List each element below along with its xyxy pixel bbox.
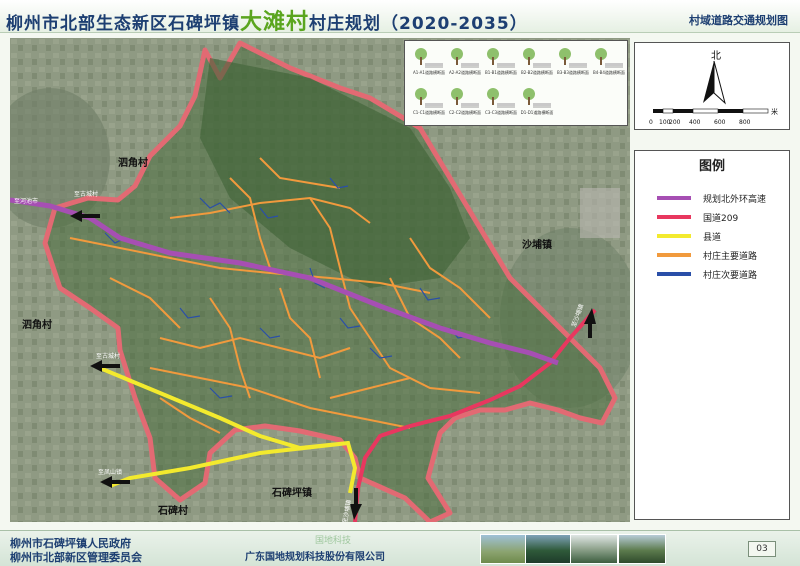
map-subtitle: 村域道路交通规划图 — [689, 14, 788, 27]
photo-landscape-3 — [618, 534, 666, 564]
footer-watermark: 国地科技 — [315, 536, 352, 546]
header-bar: 柳州市北部生态新区石碑坪镇大滩村村庄规划（2020-2035） 村域道路交通规划… — [0, 0, 800, 36]
photo-landscape-2 — [525, 534, 573, 564]
legend-swatch — [657, 215, 691, 219]
label-shibeiping-village: 石碑村 — [157, 504, 188, 517]
cross-section-thumb: D1-D1道路横断面 — [517, 85, 557, 117]
cross-section-thumb: B3-B3道路横断面 — [553, 45, 593, 77]
cross-section-label: B2-B2道路横断面 — [521, 70, 553, 75]
page-title: 柳州市北部生态新区石碑坪镇大滩村村庄规划（2020-2035） — [6, 4, 528, 36]
legend-label: 村庄主要道路 — [703, 251, 758, 262]
footer-designer: 广东国地规划科技股份有限公司 — [245, 552, 385, 563]
legend-item: 县道 — [657, 229, 721, 243]
legend-item: 村庄主要道路 — [657, 248, 757, 262]
title-highlight: 大滩村 — [240, 10, 310, 35]
cross-section-thumb: C1-C1道路横断面 — [409, 85, 449, 117]
urban-shabu — [580, 188, 620, 238]
label-shibeiping-town: 石碑坪镇 — [271, 486, 312, 499]
legend-swatch — [657, 234, 691, 238]
legend-item: 村庄次要道路 — [657, 267, 757, 281]
cross-section-thumb: C2-C2道路横断面 — [445, 85, 485, 117]
footer-org-2: 柳州市北部新区管理委员会 — [10, 551, 142, 564]
scale-tick: 800 — [739, 119, 751, 126]
cross-section-thumb: B1-B1道路横断面 — [481, 45, 521, 77]
cross-section-thumb: B2-B2道路横断面 — [517, 45, 557, 77]
legend-item: 国道209 — [657, 210, 738, 224]
scale-tick-labels: 0 100 200 400 600 800 米 — [635, 108, 789, 129]
cross-section-label: B4-B4道路横断面 — [593, 70, 625, 75]
cross-section-label: A2-A2道路横断面 — [449, 70, 481, 75]
cross-section-label: B3-B3道路横断面 — [557, 70, 589, 75]
dir-to-fengshan: 至凤山镇 — [98, 468, 122, 476]
cross-section-thumb: A1-A1道路横断面 — [409, 45, 449, 77]
footer-bar: 柳州市石碑坪镇人民政府 柳州市北部新区管理委员会 广东国地规划科技股份有限公司 … — [0, 530, 800, 566]
legend-title: 图例 — [698, 159, 725, 174]
north-arrow-icon — [703, 60, 726, 105]
cross-section-label: C2-C2道路横断面 — [448, 110, 482, 115]
legend-swatch — [657, 253, 691, 257]
cross-section-thumb: B4-B4道路横断面 — [589, 45, 629, 77]
legend-swatch — [657, 272, 691, 276]
north-scale-panel: 北 0 100 200 400 600 800 米 — [634, 42, 790, 130]
scale-tick: 400 — [689, 119, 701, 126]
legend-swatch — [657, 196, 691, 200]
legend-label: 国道209 — [703, 213, 739, 224]
map-canvas[interactable]: 泗角村 泗角村 沙埔镇 石碑坪镇 石碑村 至河池市 至古城村 至古城村 至凤山镇… — [10, 38, 630, 522]
cross-section-panel: A1-A1道路横断面 A2-A2道路横断面 B1-B1道路横断面 B2-B2道路横断面… — [404, 40, 628, 126]
dir-to-hechi: 至河池市 — [14, 197, 38, 205]
cross-section-label: C1-C1道路横断面 — [412, 110, 446, 115]
scale-tick: 600 — [714, 119, 726, 126]
dir-to-gucheng-2: 至古城村 — [96, 352, 120, 360]
legend-item: 规划北外环高速 — [657, 191, 766, 205]
legend-label: 村庄次要道路 — [703, 270, 758, 281]
scale-tick: 200 — [669, 119, 681, 126]
cross-section-thumb: C3-C3道路横断面 — [481, 85, 521, 117]
label-sijiao-west: 泗角村 — [22, 318, 52, 331]
label-sijiao-north: 泗角村 — [118, 156, 148, 169]
cross-section-thumb: A2-A2道路横断面 — [445, 45, 485, 77]
cross-section-label: B1-B1道路横断面 — [485, 70, 517, 75]
scale-tick: 0 — [649, 119, 653, 126]
legend-label: 规划北外环高速 — [703, 194, 767, 205]
cross-section-label: C3-C3道路横断面 — [484, 110, 518, 115]
dir-to-gucheng-1: 至古城村 — [74, 190, 98, 198]
photo-waterfall — [570, 534, 618, 564]
cross-section-label: A1-A1道路横断面 — [413, 70, 445, 75]
legend-label: 县道 — [703, 232, 722, 243]
title-suffix: 村庄规划（2020-2035） — [309, 14, 528, 34]
cross-section-label: D1-D1道路横断面 — [520, 110, 554, 115]
legend-panel: 图例 规划北外环高速 国道209 县道村庄主要道路 村庄次要道路 — [634, 150, 790, 520]
page-number: 03 — [748, 541, 776, 557]
scale-unit: 米 — [771, 108, 778, 116]
photo-landscape-1 — [480, 534, 528, 564]
title-prefix: 柳州市北部生态新区石碑坪镇 — [6, 14, 240, 34]
label-shabu-town: 沙埔镇 — [522, 238, 552, 251]
